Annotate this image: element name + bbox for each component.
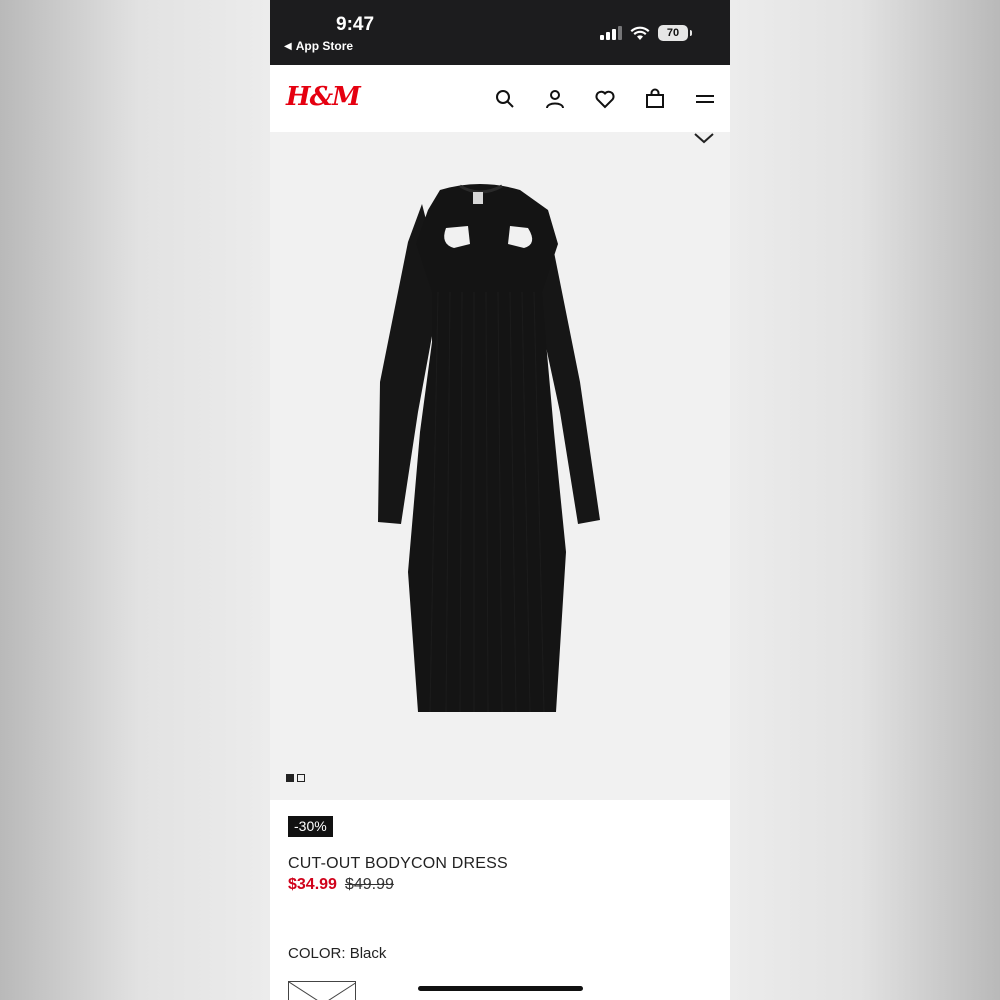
status-bar: 9:47 ◀ App Store 70 bbox=[270, 0, 730, 65]
pager-dot-active[interactable] bbox=[286, 774, 294, 782]
color-swatch-black[interactable] bbox=[288, 981, 356, 1000]
search-icon[interactable] bbox=[493, 87, 517, 111]
color-value: Black bbox=[349, 945, 387, 962]
back-caret-icon: ◀ bbox=[284, 40, 292, 52]
bag-icon[interactable] bbox=[643, 87, 667, 111]
account-icon[interactable] bbox=[543, 87, 567, 111]
status-indicators: 70 bbox=[600, 25, 692, 41]
product-dress-image bbox=[378, 184, 600, 713]
sale-price: $34.99 bbox=[288, 876, 337, 893]
battery-indicator: 70 bbox=[658, 25, 692, 41]
color-label: COLOR: bbox=[288, 945, 346, 962]
signal-icon bbox=[600, 26, 622, 40]
chevron-down-icon[interactable] bbox=[692, 129, 716, 147]
phone-screen: 9:47 ◀ App Store 70 H&M -30% CUT-OUT BOD… bbox=[270, 0, 730, 1000]
wifi-icon bbox=[630, 26, 650, 40]
pager-dot[interactable] bbox=[297, 774, 305, 782]
product-image-gallery[interactable] bbox=[270, 132, 730, 800]
discount-badge: -30% bbox=[288, 816, 333, 837]
back-to-app-store[interactable]: ◀ App Store bbox=[284, 39, 353, 53]
hm-logo[interactable]: H&M bbox=[286, 82, 361, 112]
menu-icon[interactable] bbox=[693, 87, 717, 111]
home-indicator[interactable] bbox=[418, 986, 583, 991]
heart-icon[interactable] bbox=[593, 87, 617, 111]
back-label: App Store bbox=[295, 39, 354, 53]
price-row: $34.99 $49.99 bbox=[288, 876, 394, 894]
product-name: CUT-OUT BODYCON DRESS bbox=[288, 855, 508, 872]
battery-level: 70 bbox=[666, 27, 680, 39]
gallery-pager[interactable] bbox=[286, 774, 305, 782]
color-selection-label: COLOR: Black bbox=[288, 945, 386, 962]
status-time: 9:47 bbox=[336, 14, 375, 35]
app-header: H&M bbox=[270, 65, 730, 132]
original-price: $49.99 bbox=[344, 876, 394, 893]
